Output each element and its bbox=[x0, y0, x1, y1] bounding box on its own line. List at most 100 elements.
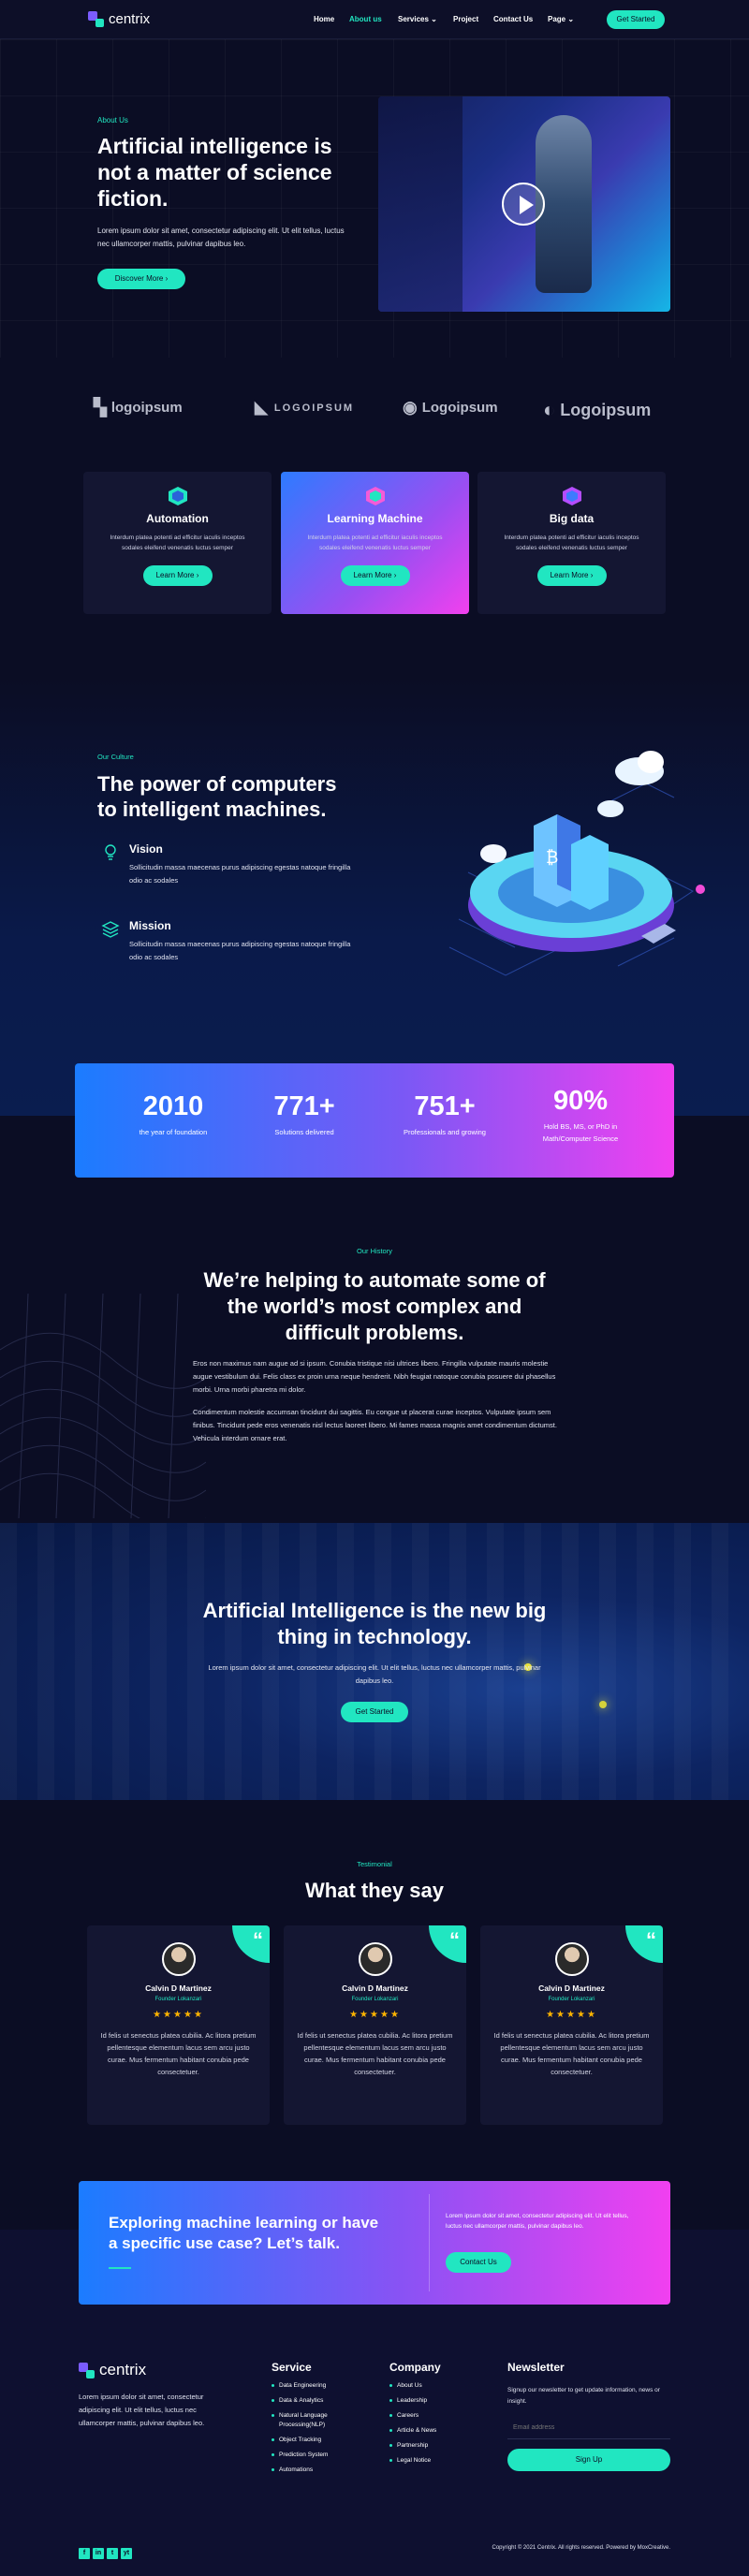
brand-logo[interactable]: centrix bbox=[88, 11, 150, 27]
footer-link[interactable]: Partnership bbox=[389, 2441, 483, 2451]
footer-link[interactable]: About Us bbox=[389, 2381, 483, 2391]
quote-icon: “ bbox=[232, 1925, 270, 1963]
stat-value: 771+ bbox=[273, 1091, 335, 1121]
youtube-icon[interactable]: yt bbox=[121, 2548, 132, 2559]
partner-logo-2: ◣ LOGOIPSUM bbox=[255, 398, 354, 417]
culture-section: Our Culture The power of computers to in… bbox=[0, 676, 749, 1116]
server-light-decoration bbox=[599, 1701, 607, 1708]
history-eyebrow: Our History bbox=[357, 1247, 392, 1255]
nav-item-project[interactable]: Project bbox=[453, 15, 478, 23]
sign-up-button[interactable]: Sign Up bbox=[507, 2449, 670, 2471]
hero-section: About Us Artificial intelligence is not … bbox=[0, 39, 749, 358]
footer-brand-logo[interactable]: centrix bbox=[79, 2361, 146, 2379]
linkedin-icon[interactable]: in bbox=[93, 2548, 104, 2559]
layers-icon bbox=[101, 920, 120, 939]
social-links: f in t yt bbox=[79, 2542, 135, 2559]
cta-banner: Exploring machine learning or have a spe… bbox=[79, 2181, 670, 2305]
feature-card-learning-machine: Learning Machine Interdum platea potenti… bbox=[281, 472, 469, 614]
stat-item: 2010 the year of foundation bbox=[103, 1091, 243, 1138]
cube-icon bbox=[365, 486, 386, 506]
footer-about-text: Lorem ipsum dolor sit amet, consectetur … bbox=[79, 2393, 205, 2427]
footer-link[interactable]: Legal Notice bbox=[389, 2456, 483, 2466]
footer-link[interactable]: Article & News bbox=[389, 2426, 483, 2436]
testimonials-title: What they say bbox=[305, 1879, 444, 1902]
footer-link[interactable]: Data & Analytics bbox=[272, 2396, 374, 2406]
footer-service-column: Service Data Engineering Data & Analytic… bbox=[272, 2361, 374, 2475]
nav-item-contact[interactable]: Contact Us bbox=[493, 15, 533, 23]
avatar bbox=[358, 1942, 392, 1976]
footer-newsletter-column: Newsletter Signup our newsletter to get … bbox=[507, 2361, 670, 2471]
nav-item-page[interactable]: Page ⌄ bbox=[548, 15, 574, 23]
testimonial-card: “ Calvin D Martinez Founder Lokanzari ★★… bbox=[87, 1925, 270, 2125]
logo-mark-icon bbox=[88, 11, 104, 27]
chevron-down-icon: ⌄ bbox=[567, 15, 575, 23]
logo-glyph-icon: ◣ bbox=[255, 398, 270, 417]
testimonial-role: Founder Lokanzari bbox=[548, 1997, 595, 2002]
footer-column-title: Newsletter bbox=[507, 2361, 565, 2374]
partner-logo-2-text: LOGOIPSUM bbox=[273, 402, 355, 414]
history-section: Our History We’re helping to automate so… bbox=[0, 1181, 749, 1523]
testimonials-eyebrow: Testimonial bbox=[357, 1860, 392, 1868]
footer-link[interactable]: Data Engineering bbox=[272, 2381, 374, 2391]
newsletter-text: Signup our newsletter to get update info… bbox=[507, 2387, 660, 2405]
discover-more-button[interactable]: Discover More › bbox=[97, 269, 185, 289]
learn-more-button[interactable]: Learn More › bbox=[340, 565, 410, 586]
stat-label: Solutions delivered bbox=[274, 1128, 334, 1136]
feature-title: Big data bbox=[549, 512, 595, 525]
nav-item-services[interactable]: Services ⌄ bbox=[398, 15, 437, 23]
facebook-icon[interactable]: f bbox=[79, 2548, 90, 2559]
partner-logo-4-text: Logoipsum bbox=[560, 400, 652, 419]
footer-link[interactable]: Prediction System bbox=[272, 2451, 374, 2460]
hero-video-thumbnail[interactable] bbox=[378, 96, 670, 312]
logo-glyph-icon: ◐ bbox=[543, 398, 556, 421]
get-started-button[interactable]: Get Started bbox=[341, 1702, 408, 1722]
page: centrix Home About us Services ⌄ Project… bbox=[0, 0, 749, 2576]
history-paragraph-2: Condimentum molestie accumsan tincidunt … bbox=[193, 1408, 557, 1442]
ai-banner-title: Artificial Intelligence is the new big t… bbox=[202, 1599, 547, 1648]
star-rating-icon: ★★★★★ bbox=[349, 2010, 401, 2020]
stat-label: Professionals and growing bbox=[404, 1128, 486, 1136]
newsletter-email-input[interactable] bbox=[507, 2417, 670, 2439]
ai-banner-section: Artificial Intelligence is the new big t… bbox=[0, 1523, 749, 1800]
testimonial-name: Calvin D Martinez bbox=[145, 1983, 212, 1993]
partner-logos: ▚ logoipsum ◣ LOGOIPSUM ◉ Logoipsum ◐ Logoip… bbox=[0, 358, 749, 468]
logo-glyph-icon: ▚ bbox=[94, 398, 107, 417]
nav-get-started-button[interactable]: Get Started bbox=[607, 10, 665, 29]
cta-title: Exploring machine learning or have a spe… bbox=[109, 2214, 379, 2252]
testimonial-name: Calvin D Martinez bbox=[538, 1983, 605, 1993]
partner-logo-3: ◉ Logoipsum bbox=[403, 398, 498, 417]
stat-label: Hold BS, MS, or PhD in Math/Computer Sci… bbox=[542, 1122, 619, 1143]
footer-column-title: Service bbox=[272, 2361, 312, 2374]
footer-link[interactable]: Natural Language Processing(NLP) bbox=[272, 2411, 374, 2430]
hero-eyebrow: About Us bbox=[97, 116, 128, 124]
testimonial-role: Founder Lokanzari bbox=[154, 1997, 202, 2002]
testimonial-card: “ Calvin D Martinez Founder Lokanzari ★★… bbox=[284, 1925, 466, 2125]
footer-link[interactable]: Object Tracking bbox=[272, 2436, 374, 2445]
culture-title: The power of computers to intelligent ma… bbox=[97, 772, 337, 821]
cta-underline-decoration bbox=[109, 2267, 131, 2269]
lightbulb-icon bbox=[101, 842, 120, 861]
play-icon[interactable] bbox=[502, 183, 545, 226]
footer-link[interactable]: Automations bbox=[272, 2466, 374, 2475]
learn-more-label: Learn More bbox=[550, 571, 589, 579]
contact-us-button[interactable]: Contact Us bbox=[446, 2252, 511, 2273]
chevron-right-icon: › bbox=[165, 274, 169, 283]
nav-item-page-label: Page bbox=[548, 15, 566, 23]
star-rating-icon: ★★★★★ bbox=[546, 2010, 597, 2020]
star-rating-icon: ★★★★★ bbox=[153, 2010, 204, 2020]
top-navbar: centrix Home About us Services ⌄ Project… bbox=[0, 0, 749, 39]
mission-text: Sollicitudin massa maecenas purus adipis… bbox=[129, 940, 351, 961]
history-paragraph-1: Eros non maximus nam augue ad si ipsum. … bbox=[193, 1359, 556, 1394]
learn-more-button[interactable]: Learn More › bbox=[536, 565, 607, 586]
testimonial-name: Calvin D Martinez bbox=[342, 1983, 408, 1993]
nav-item-home[interactable]: Home bbox=[314, 15, 334, 23]
twitter-icon[interactable]: t bbox=[107, 2548, 118, 2559]
brand-name: centrix bbox=[99, 2361, 147, 2378]
avatar bbox=[161, 1942, 196, 1976]
footer-link[interactable]: Leadership bbox=[389, 2396, 483, 2406]
testimonial-text: Id felis ut senectus platea cubilia. Ac … bbox=[100, 2031, 257, 2076]
cube-icon bbox=[168, 486, 188, 506]
nav-item-about-us[interactable]: About us bbox=[349, 15, 382, 23]
learn-more-button[interactable]: Learn More › bbox=[142, 565, 213, 586]
footer-link[interactable]: Careers bbox=[389, 2411, 483, 2421]
